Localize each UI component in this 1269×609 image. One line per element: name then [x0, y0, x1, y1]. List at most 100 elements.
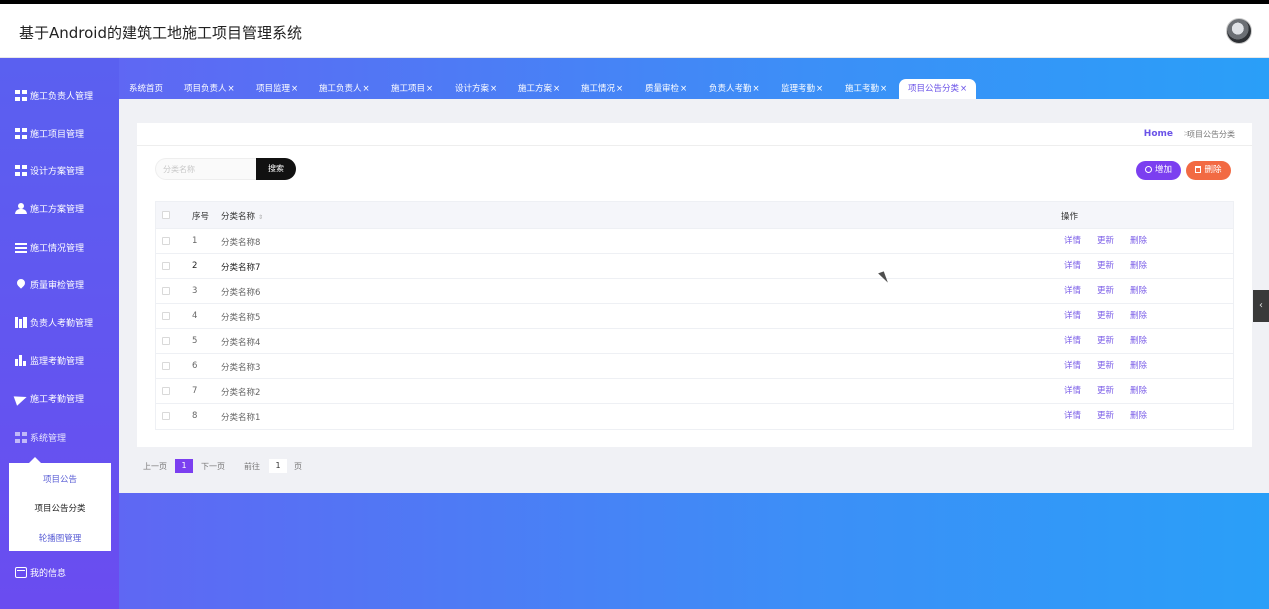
search-button[interactable]: 搜索 [256, 158, 296, 180]
close-icon[interactable]: × [426, 84, 433, 94]
close-icon[interactable]: × [490, 84, 497, 94]
close-icon[interactable]: × [228, 84, 235, 94]
update-link[interactable]: 更新 [1097, 409, 1114, 421]
sidebar-item-construction-status[interactable]: 施工情况管理 [15, 237, 84, 257]
delete-button[interactable]: 删除 [1186, 161, 1231, 180]
close-icon[interactable]: × [680, 84, 687, 94]
tab-announcement-category[interactable]: 项目公告分类× [899, 79, 977, 99]
close-icon[interactable]: × [363, 84, 370, 94]
delete-link[interactable]: 删除 [1130, 384, 1147, 396]
detail-link[interactable]: 详情 [1064, 234, 1081, 246]
select-all-checkbox[interactable] [162, 211, 170, 219]
delete-link[interactable]: 删除 [1130, 309, 1147, 321]
row-checkbox[interactable] [162, 287, 170, 295]
close-icon[interactable]: × [816, 84, 823, 94]
detail-link[interactable]: 详情 [1064, 309, 1081, 321]
sidebar-item-label: 质量审检管理 [30, 280, 85, 291]
tab-construction-attendance[interactable]: 施工考勤× [845, 79, 887, 99]
search-input[interactable] [155, 158, 256, 180]
tab-project-supervisor[interactable]: 项目监理× [256, 79, 298, 99]
delete-link[interactable]: 删除 [1130, 234, 1147, 246]
close-icon[interactable]: × [960, 84, 967, 94]
tab-design-plan[interactable]: 设计方案× [455, 79, 497, 99]
close-icon[interactable]: × [880, 84, 887, 94]
row-checkbox[interactable] [162, 412, 170, 420]
close-icon[interactable]: × [291, 84, 298, 94]
add-button[interactable]: 增加 [1136, 161, 1181, 180]
sidebar-item-supervisor-attendance[interactable]: 监理考勤管理 [15, 350, 84, 370]
delete-link[interactable]: 删除 [1130, 334, 1147, 346]
detail-link[interactable]: 详情 [1064, 384, 1081, 396]
sidebar-item-construction-plan[interactable]: 施工方案管理 [15, 198, 84, 218]
update-link[interactable]: 更新 [1097, 234, 1114, 246]
update-link[interactable]: 更新 [1097, 334, 1114, 346]
avatar[interactable] [1226, 18, 1252, 44]
update-link[interactable]: 更新 [1097, 284, 1114, 296]
sidebar-item-design-plan[interactable]: 设计方案管理 [15, 160, 84, 180]
table-row: 7 分类名称2 详情 更新 删除 [156, 379, 1233, 404]
sidebar-item-construction-attendance[interactable]: 施工考勤管理 [15, 388, 84, 408]
sidebar-item-quality-inspection[interactable]: 质量审检管理 [15, 274, 84, 294]
sidebar-item-system[interactable]: 系统管理 [15, 427, 66, 447]
sidebar-item-label: 施工情况管理 [30, 243, 85, 254]
delete-link[interactable]: 删除 [1130, 284, 1147, 296]
submenu-item-announcement[interactable]: 项目公告 [9, 473, 111, 485]
next-page-button[interactable]: 下一页 [201, 461, 225, 472]
sidebar-item-construction-project[interactable]: 施工项目管理 [15, 123, 84, 143]
row-checkbox[interactable] [162, 237, 170, 245]
delete-link[interactable]: 删除 [1130, 409, 1147, 421]
update-link[interactable]: 更新 [1097, 359, 1114, 371]
sort-icon[interactable]: ⇕ [258, 214, 263, 221]
breadcrumb-home[interactable]: Home [1144, 129, 1173, 139]
row-checkbox[interactable] [162, 362, 170, 370]
row-no: 1 [192, 236, 198, 246]
prev-page-button[interactable]: 上一页 [143, 461, 167, 472]
close-icon[interactable]: × [616, 84, 623, 94]
row-checkbox[interactable] [162, 387, 170, 395]
update-link[interactable]: 更新 [1097, 259, 1114, 271]
detail-link[interactable]: 详情 [1064, 259, 1081, 271]
header-name-label: 分类名称 [221, 212, 256, 222]
tab-construction-status[interactable]: 施工情况× [581, 79, 623, 99]
system-submenu: 项目公告 项目公告分类 轮播图管理 [9, 457, 111, 551]
tab-supervisor-attendance[interactable]: 监理考勤× [781, 79, 823, 99]
submenu-item-carousel[interactable]: 轮播图管理 [9, 532, 111, 544]
row-checkbox[interactable] [162, 312, 170, 320]
row-checkbox[interactable] [162, 262, 170, 270]
tab-construction-plan[interactable]: 施工方案× [518, 79, 560, 99]
id-card-icon [15, 566, 27, 578]
delete-link[interactable]: 删除 [1130, 259, 1147, 271]
header-name[interactable]: 分类名称 ⇕ [221, 210, 263, 222]
delete-button-label: 删除 [1204, 165, 1222, 175]
sidebar-item-construction-leader[interactable]: 施工负责人管理 [15, 85, 93, 105]
detail-link[interactable]: 详情 [1064, 284, 1081, 296]
update-link[interactable]: 更新 [1097, 384, 1114, 396]
collapse-handle[interactable]: ‹ [1253, 290, 1269, 322]
tab-leader-attendance[interactable]: 负责人考勤× [709, 79, 760, 99]
row-no: 8 [192, 411, 198, 421]
tab-construction-leader[interactable]: 施工负责人× [319, 79, 370, 99]
tab-home[interactable]: 系统首页 [129, 79, 163, 99]
close-icon[interactable]: × [553, 84, 560, 94]
update-link[interactable]: 更新 [1097, 309, 1114, 321]
breadcrumb-current: 项目公告分类 [1187, 130, 1235, 139]
add-button-label: 增加 [1154, 165, 1172, 175]
tab-quality-inspection[interactable]: 质量审检× [645, 79, 687, 99]
delete-link[interactable]: 删除 [1130, 359, 1147, 371]
tab-label: 系统首页 [129, 84, 164, 94]
detail-link[interactable]: 详情 [1064, 334, 1081, 346]
header-no: 序号 [192, 212, 210, 222]
tab-label: 项目公告分类 [908, 84, 960, 94]
content-card: Home > 项目公告分类 搜索 增加 删除 序号 分类名称⇕ 操作 1 分类名称… [137, 123, 1252, 447]
sidebar-item-my-info[interactable]: 我的信息 [15, 562, 66, 582]
tab-project-leader[interactable]: 项目负责人× [184, 79, 235, 99]
detail-link[interactable]: 详情 [1064, 409, 1081, 421]
sidebar-item-leader-attendance[interactable]: 负责人考勤管理 [15, 312, 93, 332]
close-icon[interactable]: × [753, 84, 760, 94]
row-checkbox[interactable] [162, 337, 170, 345]
goto-page-input[interactable]: 1 [269, 459, 287, 473]
current-page[interactable]: 1 [175, 459, 193, 473]
detail-link[interactable]: 详情 [1064, 359, 1081, 371]
tab-construction-project[interactable]: 施工项目× [391, 79, 433, 99]
submenu-item-announcement-category[interactable]: 项目公告分类 [9, 502, 111, 514]
